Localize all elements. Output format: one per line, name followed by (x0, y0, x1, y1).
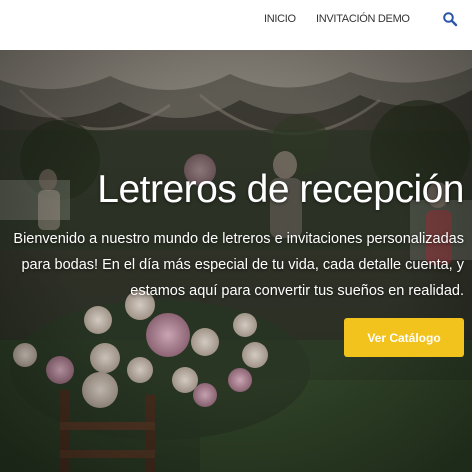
hero-title: Letreros de recepción (97, 168, 464, 211)
nav-link-inicio[interactable]: INICIO (264, 13, 296, 25)
top-navbar: INICIO INVITACIÓN DEMO (0, 0, 472, 50)
search-icon[interactable] (442, 11, 458, 27)
nav-link-invitacion-demo[interactable]: INVITACIÓN DEMO (316, 13, 410, 25)
hero-description: Bienvenido a nuestro mundo de letreros e… (13, 231, 464, 299)
ver-catalogo-button[interactable]: Ver Catálogo (344, 318, 464, 357)
hero-section: Letreros de recepción Bienvenido a nuest… (0, 50, 472, 472)
